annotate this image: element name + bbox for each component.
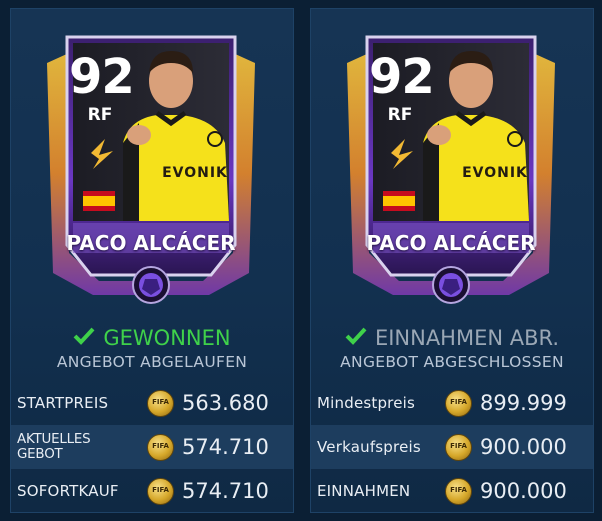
auction-info: EINNAHMEN ABR. ANGEBOT ABGESCHLOSSEN Min… — [311, 323, 593, 513]
price-list: Mindestpreis FIFA 899.999 Verkaufspreis … — [311, 381, 593, 513]
price-row-einnahmen: EINNAHMEN FIFA 900.000 — [311, 469, 593, 513]
spain-flag-icon — [83, 191, 115, 211]
auction-subtitle: ANGEBOT ABGESCHLOSSEN — [340, 353, 564, 371]
fifa-coin-icon: FIFA — [445, 389, 472, 417]
ball-icon — [432, 266, 470, 304]
status-text: EINNAHMEN ABR. — [374, 326, 560, 350]
jersey-sponsor: EVONIK — [462, 165, 528, 181]
price-value: 900.000 — [480, 479, 567, 503]
player-rating: 92 — [69, 49, 135, 105]
fifa-coin-icon: FIFA — [445, 477, 472, 505]
auction-subtitle: ANGEBOT ABGELAUFEN — [56, 353, 248, 371]
fifa-coin-icon: FIFA — [147, 477, 174, 505]
price-value: 900.000 — [480, 435, 567, 459]
player-card[interactable]: 92 RF EVONIK PACO ALCÁCER — [339, 23, 563, 305]
price-value: 574.710 — [182, 435, 269, 459]
auction-info: GEWONNEN ANGEBOT ABGELAUFEN STARTPREIS F… — [11, 323, 293, 513]
price-row-verkaufspreis: Verkaufspreis FIFA 900.000 — [311, 425, 593, 469]
player-rating: 92 — [369, 49, 435, 105]
price-label: STARTPREIS — [17, 394, 109, 412]
price-row-mindestpreis: Mindestpreis FIFA 899.999 — [311, 381, 593, 425]
price-label: EINNAHMEN — [317, 482, 411, 500]
fifa-coin-icon: FIFA — [147, 433, 174, 461]
price-list: STARTPREIS FIFA 563.680 AKTUELLES GEBOT … — [11, 381, 293, 513]
check-icon — [345, 324, 367, 352]
jersey-sponsor: EVONIK — [162, 165, 228, 181]
auction-status: EINNAHMEN ABR. — [311, 323, 593, 351]
price-row-aktuelles-gebot: AKTUELLES GEBOT FIFA 574.710 — [11, 425, 293, 469]
price-row-startpreis: STARTPREIS FIFA 563.680 — [11, 381, 293, 425]
price-label: AKTUELLES GEBOT — [17, 432, 91, 462]
price-value: 563.680 — [182, 391, 269, 415]
price-label: Mindestpreis — [317, 394, 416, 412]
club-badge-icon — [207, 131, 223, 147]
auction-result-panel-left: 92 RF EVONIK PACO ALCÁCER GEWONNEN ANGEB… — [10, 8, 294, 513]
fifa-coin-icon: FIFA — [147, 389, 174, 417]
price-label: Verkaufspreis — [317, 438, 421, 456]
player-card-area: 92 RF EVONIK PACO ALCÁCER — [11, 9, 293, 315]
fifa-coin-icon: FIFA — [445, 433, 472, 461]
spain-flag-icon — [383, 191, 415, 211]
status-text: GEWONNEN — [103, 326, 231, 350]
player-name: PACO ALCÁCER — [366, 231, 536, 255]
player-card-area: 92 RF EVONIK PACO ALCÁCER — [311, 9, 593, 315]
player-position: RF — [387, 105, 413, 125]
check-icon — [73, 324, 95, 352]
ball-icon — [132, 266, 170, 304]
club-badge-icon — [507, 131, 523, 147]
price-value: 574.710 — [182, 479, 269, 503]
price-row-sofortkauf: SOFORTKAUF FIFA 574.710 — [11, 469, 293, 513]
player-position: RF — [87, 105, 113, 125]
auction-result-panel-right: 92 RF EVONIK PACO ALCÁCER EINNAHMEN ABR.… — [310, 8, 594, 513]
player-name: PACO ALCÁCER — [66, 231, 236, 255]
auction-status: GEWONNEN — [11, 323, 293, 351]
price-label: SOFORTKAUF — [17, 482, 119, 500]
player-card[interactable]: 92 RF EVONIK PACO ALCÁCER — [39, 23, 263, 305]
price-value: 899.999 — [480, 391, 567, 415]
